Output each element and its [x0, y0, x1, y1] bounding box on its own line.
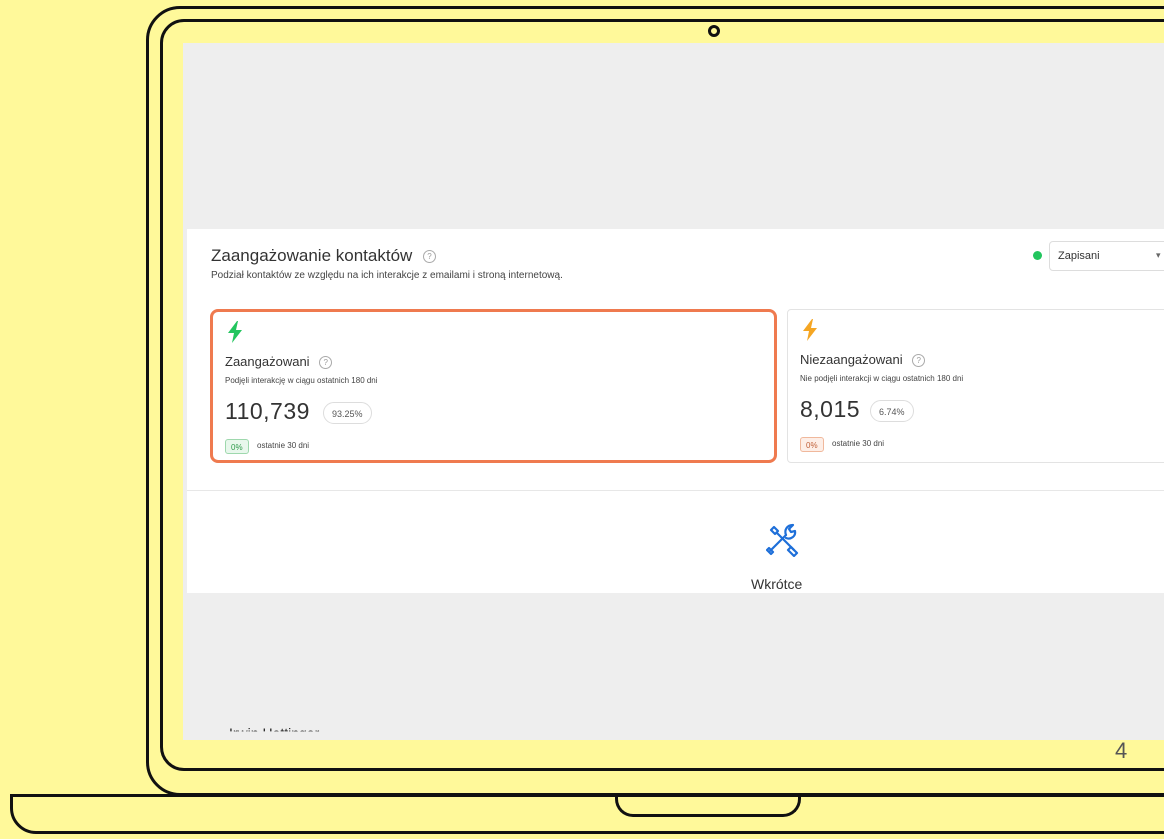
not-engaged-count: 8,015: [800, 396, 861, 422]
engaged-description: Podjęli interakcję w ciągu ostatnich 180…: [225, 376, 378, 385]
help-icon[interactable]: ?: [319, 356, 333, 370]
engaged-title-text: Zaangażowani: [225, 354, 310, 369]
lightning-bolt-icon: [803, 319, 817, 341]
page-number: 4: [1115, 738, 1128, 763]
engaged-card[interactable]: Zaangażowani ? Podjęli interakcję w ciąg…: [210, 309, 777, 463]
engaged-count: 110,739: [225, 398, 310, 424]
engagement-subtitle: Podział kontaktów ze względu na ich inte…: [211, 270, 563, 281]
engaged-trend-label: ostatnie 30 dni: [257, 441, 310, 450]
help-icon[interactable]: ?: [423, 250, 437, 264]
chevron-down-icon: ▾: [1156, 250, 1161, 260]
engagement-title: Zaangażowanie kontaktów ?: [211, 246, 437, 266]
section-divider: [187, 490, 1164, 491]
background-list-row: Irwin Hettinger: [229, 725, 320, 740]
engaged-percent-badge: 93.25%: [323, 402, 372, 424]
laptop-screen: Irwin Hettinger Zaangażowanie kontaktów …: [183, 43, 1164, 740]
not-engaged-title-text: Niezaangażowani: [800, 352, 903, 367]
help-icon[interactable]: ?: [912, 354, 926, 368]
laptop-base: [10, 794, 1164, 834]
engaged-trend-badge: 0%: [225, 439, 249, 454]
status-select-value: Zapisani: [1058, 250, 1100, 262]
not-engaged-title: Niezaangażowani ?: [800, 352, 926, 368]
not-engaged-card[interactable]: Niezaangażowani ? Nie podjęli interakcji…: [787, 309, 1164, 463]
not-engaged-trend-label: ostatnie 30 dni: [832, 439, 885, 448]
coming-soon-label: Wkrótce: [751, 576, 803, 592]
not-engaged-description: Nie podjęli interakcji w ciągu ostatnich…: [800, 374, 964, 383]
engaged-title: Zaangażowani ?: [225, 354, 333, 370]
engagement-panel: Zaangażowanie kontaktów ? Podział kontak…: [187, 229, 1164, 593]
engagement-title-text: Zaangażowanie kontaktów: [211, 246, 413, 265]
not-engaged-percent-badge: 6.74%: [870, 400, 914, 422]
lightning-bolt-icon: [228, 321, 242, 343]
status-select[interactable]: Zapisani ▾: [1049, 241, 1164, 271]
not-engaged-trend-badge: 0%: [800, 437, 824, 452]
status-dot: [1033, 251, 1042, 260]
camera-icon: [708, 25, 720, 37]
tools-icon: [766, 523, 799, 557]
laptop-notch: [615, 795, 801, 817]
